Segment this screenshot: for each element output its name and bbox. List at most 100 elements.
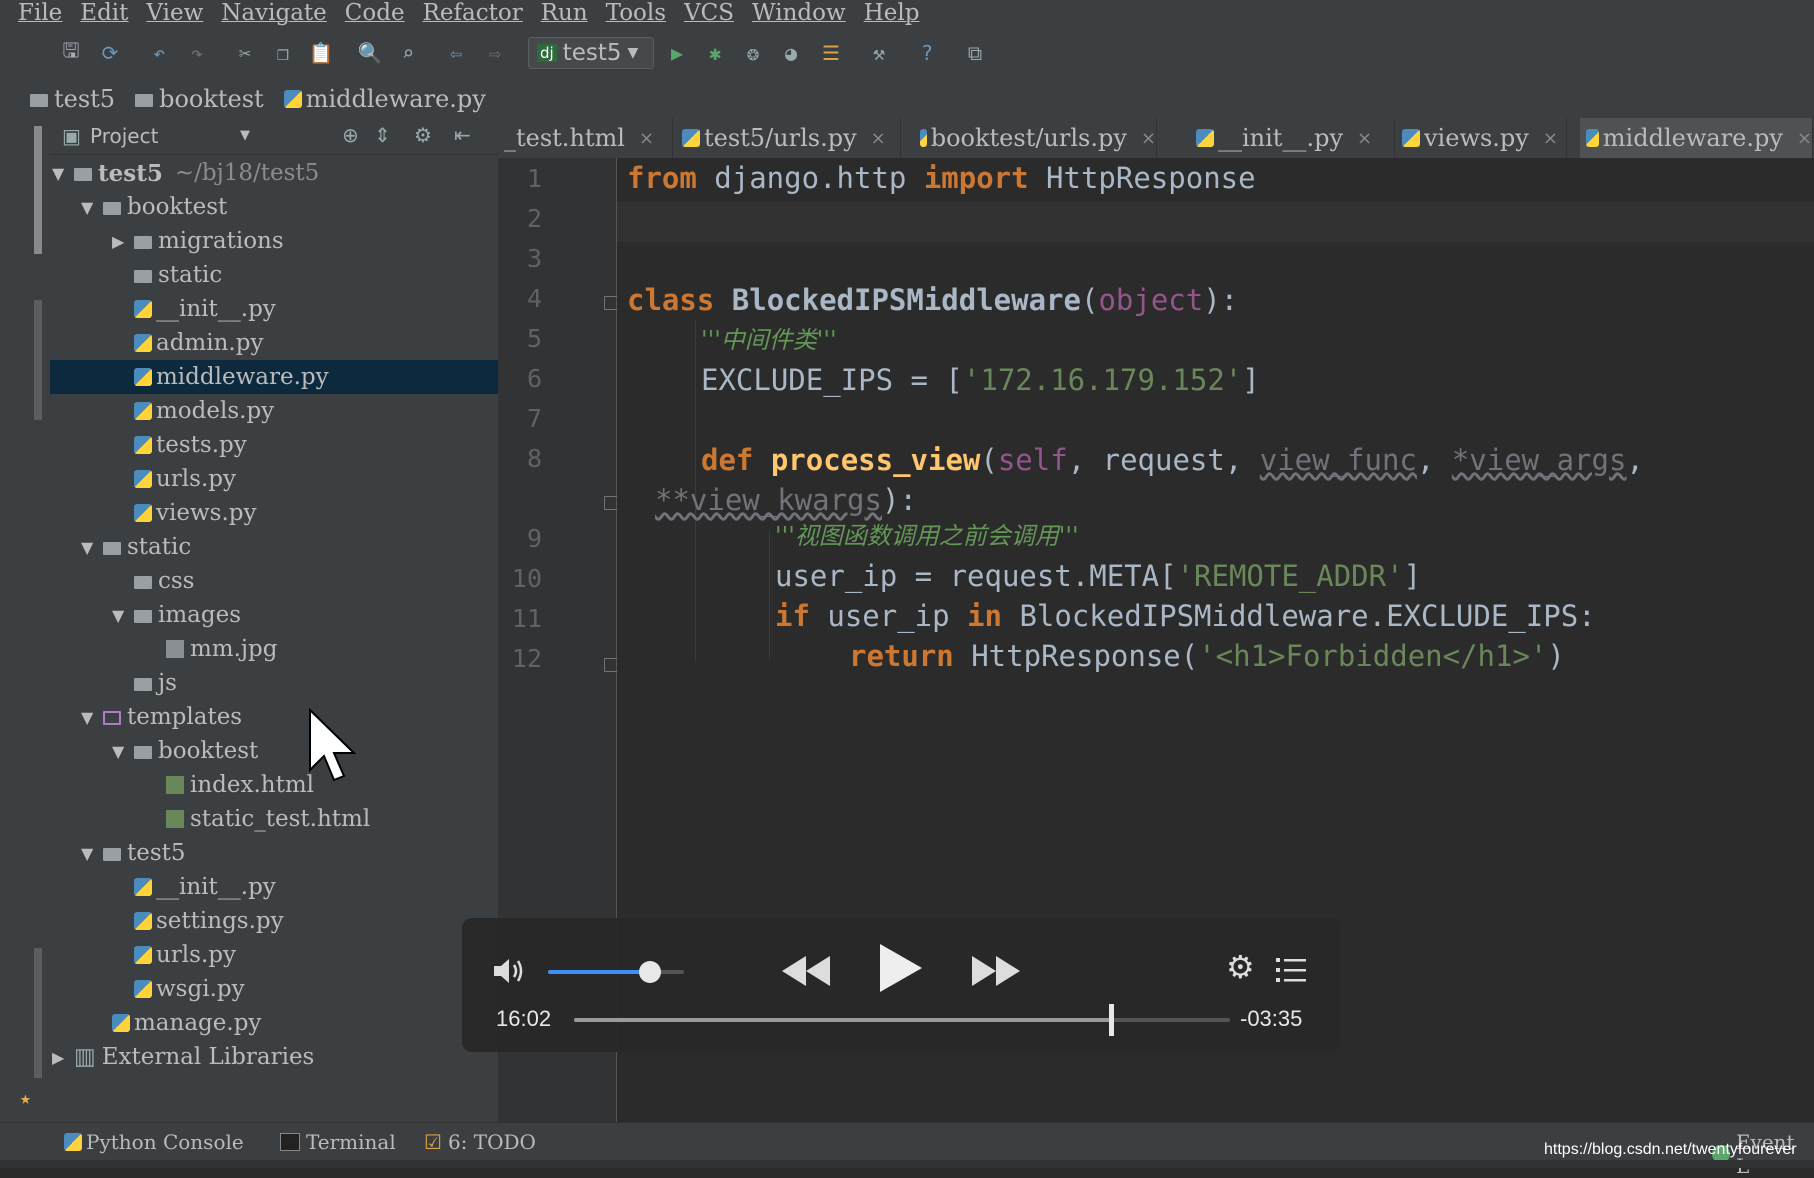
tree-item-external-libraries[interactable]: ▶ ▥ External Libraries: [50, 1040, 314, 1074]
tree-item-file[interactable]: admin.py: [134, 326, 263, 360]
tab-test5-urls[interactable]: test5/urls.py ×: [676, 118, 901, 158]
fold-marker-icon[interactable]: [604, 296, 618, 310]
gear-icon[interactable]: ⚙: [414, 123, 432, 147]
back-icon[interactable]: ⇦: [443, 40, 469, 66]
run-icon[interactable]: ▶: [664, 40, 690, 66]
tree-item-js[interactable]: js: [134, 666, 177, 700]
python-console-button[interactable]: Python Console: [64, 1130, 244, 1154]
structure-tool-tab[interactable]: [34, 300, 42, 420]
menu-view[interactable]: View: [146, 0, 203, 26]
hide-icon[interactable]: ⇤: [454, 123, 471, 147]
structure-icon[interactable]: ☰: [818, 40, 844, 66]
tree-item-file[interactable]: __init__.py: [134, 292, 276, 326]
favorites-tool-tab[interactable]: [34, 948, 42, 1078]
tab-middleware-active[interactable]: middleware.py ×: [1580, 118, 1813, 158]
replace-icon[interactable]: ⌕: [395, 40, 421, 66]
tree-item-templates[interactable]: ▼ templates: [81, 700, 242, 734]
sync-icon[interactable]: ⟳: [97, 40, 123, 66]
terminal-button[interactable]: Terminal: [280, 1130, 396, 1154]
tree-item-file[interactable]: index.html: [166, 768, 314, 802]
tree-item-file[interactable]: mm.jpg: [166, 632, 278, 666]
playlist-icon[interactable]: [1276, 956, 1306, 984]
menu-refactor[interactable]: Refactor: [423, 0, 523, 26]
settings-icon[interactable]: ⚒: [866, 40, 892, 66]
tree-label: __init__.py: [156, 296, 276, 322]
menu-run[interactable]: Run: [541, 0, 588, 26]
profile-icon[interactable]: ◕: [778, 40, 804, 66]
tree-item-static[interactable]: static: [134, 258, 222, 292]
menu-file[interactable]: File: [18, 0, 62, 26]
breadcrumb-test5[interactable]: test5: [30, 85, 115, 113]
seek-handle[interactable]: [1108, 1004, 1114, 1036]
undo-icon[interactable]: ↶: [146, 40, 172, 66]
volume-icon[interactable]: [492, 956, 528, 986]
breadcrumb-middleware[interactable]: middleware.py: [283, 85, 486, 113]
todo-button[interactable]: ☑ 6: TODO: [424, 1130, 536, 1154]
tree-item-file[interactable]: tests.py: [134, 428, 247, 462]
menu-window[interactable]: Window: [752, 0, 846, 26]
tree-item-test5[interactable]: ▼ test5 ~/bj18/test5: [50, 156, 319, 190]
tree-item-booktest-templates[interactable]: ▼ booktest: [112, 734, 258, 768]
tree-item-css[interactable]: css: [134, 564, 195, 598]
volume-slider[interactable]: [548, 961, 684, 983]
paste-icon[interactable]: 📋: [308, 40, 334, 66]
tree-item-file[interactable]: urls.py: [134, 938, 236, 972]
breadcrumb-booktest[interactable]: booktest: [135, 85, 264, 113]
debug-icon[interactable]: ✱: [702, 40, 728, 66]
menu-vcs[interactable]: VCS: [684, 0, 734, 26]
copy-icon[interactable]: ❐: [270, 40, 296, 66]
tab-booktest-urls[interactable]: booktest/urls.py ×: [914, 118, 1157, 158]
forward-icon[interactable]: ⇨: [482, 40, 508, 66]
collapse-icon[interactable]: ⇕: [374, 123, 391, 147]
tree-item-test5-pkg[interactable]: ▼ test5: [81, 836, 186, 870]
tree-item-file[interactable]: manage.py: [112, 1006, 261, 1040]
close-icon[interactable]: ×: [1797, 128, 1812, 149]
run-config-select[interactable]: dj test5 ▼: [528, 37, 654, 69]
seek-bar[interactable]: [574, 1004, 1230, 1036]
menu-help[interactable]: Help: [864, 0, 920, 26]
tree-item-booktest[interactable]: ▼ booktest: [81, 190, 227, 224]
menu-tools[interactable]: Tools: [606, 0, 666, 26]
project-panel-title[interactable]: Project: [90, 124, 158, 148]
tree-item-file[interactable]: wsgi.py: [134, 972, 245, 1006]
close-icon[interactable]: ×: [871, 128, 886, 149]
locate-icon[interactable]: ⊕: [342, 123, 359, 147]
tree-item-file[interactable]: __init__.py: [134, 870, 276, 904]
tree-item-file[interactable]: models.py: [134, 394, 274, 428]
tree-item-images[interactable]: ▼ images: [112, 598, 241, 632]
sdk-icon[interactable]: ⧉: [962, 40, 988, 66]
tree-item-migrations[interactable]: ▶ migrations: [112, 224, 284, 258]
redo-icon[interactable]: ↷: [184, 40, 210, 66]
menu-code[interactable]: Code: [345, 0, 405, 26]
find-icon[interactable]: 🔍: [357, 40, 383, 66]
tab-static-test-html[interactable]: _test.html ×: [498, 118, 673, 158]
tree-label: views.py: [156, 500, 257, 526]
close-icon[interactable]: ×: [639, 128, 654, 149]
tree-item-file[interactable]: settings.py: [134, 904, 284, 938]
close-icon[interactable]: ×: [1543, 128, 1558, 149]
cut-icon[interactable]: ✂: [232, 40, 258, 66]
fast-forward-icon[interactable]: [970, 952, 1022, 990]
fold-marker-icon[interactable]: [604, 658, 618, 672]
rewind-icon[interactable]: [780, 952, 832, 990]
coverage-icon[interactable]: ❂: [740, 40, 766, 66]
help-icon[interactable]: ?: [914, 40, 940, 66]
close-icon[interactable]: ×: [1357, 128, 1372, 149]
tree-item-file[interactable]: urls.py: [134, 462, 236, 496]
close-icon[interactable]: ×: [1141, 128, 1156, 149]
tree-item-file[interactable]: views.py: [134, 496, 256, 530]
fold-marker-icon[interactable]: [604, 496, 618, 510]
tab-views[interactable]: views.py ×: [1396, 118, 1567, 158]
project-tool-tab[interactable]: [34, 126, 42, 254]
volume-knob[interactable]: [639, 961, 661, 983]
gear-icon[interactable]: ⚙: [1226, 948, 1255, 986]
play-icon[interactable]: [876, 942, 924, 994]
tree-item-middleware-selected[interactable]: middleware.py: [50, 360, 498, 394]
menu-navigate[interactable]: Navigate: [221, 0, 326, 26]
chevron-down-icon[interactable]: ▼: [240, 128, 250, 143]
save-icon[interactable]: 🖫: [58, 38, 84, 66]
tree-item-static-root[interactable]: ▼ static: [81, 530, 191, 564]
tab-init[interactable]: __init__.py ×: [1190, 118, 1395, 158]
tree-item-file[interactable]: static_test.html: [166, 802, 370, 836]
menu-edit[interactable]: Edit: [80, 0, 128, 26]
